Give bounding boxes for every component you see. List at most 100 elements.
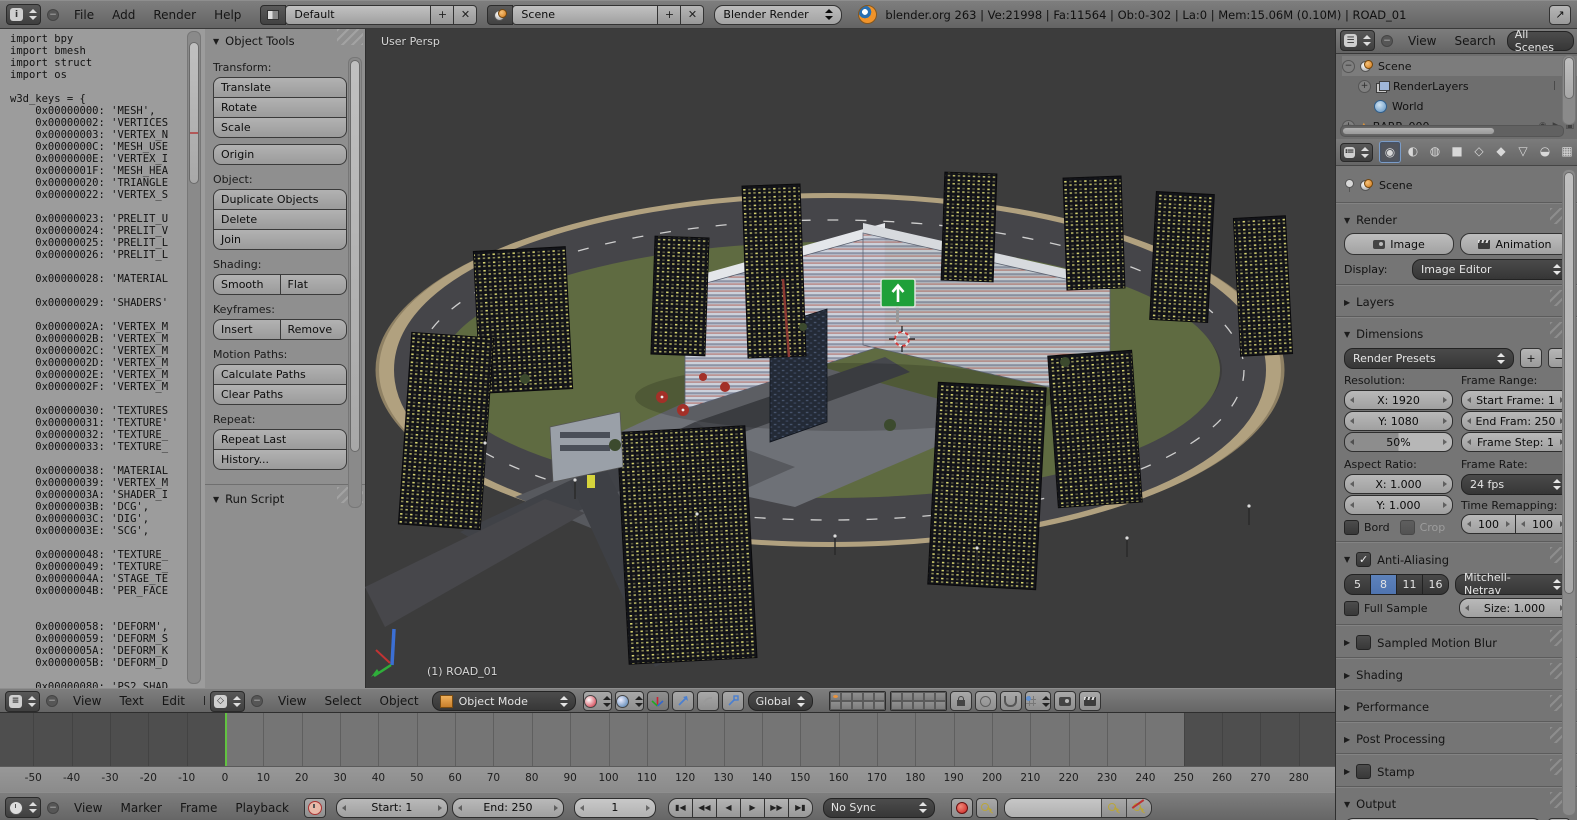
snap-element-dropdown[interactable] [1025, 691, 1051, 711]
rotate-manipulator-button[interactable] [697, 691, 719, 711]
topbar-menu-render[interactable]: Render [144, 8, 205, 22]
timeline-menu-marker[interactable]: Marker [111, 801, 170, 815]
pivot-point-dropdown[interactable] [615, 691, 644, 711]
manipulator-toggle-button[interactable] [647, 691, 669, 711]
render-engine-dropdown[interactable]: Blender Render [714, 5, 842, 25]
border-checkbox-group[interactable]: Bord [1344, 520, 1390, 535]
editor-type-properties-button[interactable]: ≔ [1340, 143, 1373, 162]
scrollbar-thumb[interactable] [1564, 57, 1574, 99]
text-editor-menu-text[interactable]: Text [110, 694, 152, 708]
aa-sample-16[interactable]: 16 [1422, 574, 1449, 595]
current-frame-field[interactable]: 1 [574, 798, 656, 818]
editor-type-timeline-button[interactable] [5, 797, 41, 818]
properties-scrollbar[interactable] [1562, 169, 1576, 816]
join-button[interactable]: Join [213, 229, 347, 250]
panel-checkbox[interactable] [1356, 635, 1371, 650]
insert-keyframe-button[interactable] [1101, 799, 1126, 817]
timeline-menu-playback[interactable]: Playback [226, 801, 298, 815]
object-tools-panel-header[interactable]: ▼ Object Tools [205, 27, 365, 53]
view3d-menu-object[interactable]: Object [371, 694, 428, 708]
full-sample-checkbox[interactable] [1344, 601, 1359, 616]
jump-to-start-button[interactable]: ▮◀ [668, 798, 693, 818]
border-checkbox[interactable] [1344, 520, 1359, 535]
layer-cell[interactable] [913, 692, 924, 701]
dimensions-panel-header[interactable]: ▼ Dimensions [1336, 320, 1577, 346]
aa-filter-dropdown[interactable]: Mitchell-Netrav [1455, 574, 1570, 595]
layer-cell[interactable] [841, 692, 852, 701]
delete-keyframe-button[interactable] [1126, 799, 1151, 817]
anti-aliasing-panel-header[interactable]: ▼ ✓ Anti-Aliasing [1336, 545, 1577, 572]
layer-cell[interactable] [935, 692, 946, 701]
timeline-ruler[interactable]: -50-40-30-20-100102030405060708090100110… [0, 766, 1335, 793]
collapse-icon[interactable]: − [1342, 60, 1355, 73]
layer-cell[interactable] [830, 692, 841, 701]
viewport-shading-dropdown[interactable] [583, 691, 612, 711]
render-animation-button[interactable]: Animation [1460, 233, 1570, 255]
topbar-menu-add[interactable]: Add [103, 8, 144, 22]
layer-cell[interactable] [841, 701, 852, 710]
pin-icon[interactable] [1344, 179, 1354, 192]
layer-cell[interactable] [874, 701, 885, 710]
editor-type-outliner-button[interactable]: ☰ [1340, 30, 1375, 51]
keying-set-field[interactable] [1005, 799, 1101, 817]
object-tab[interactable]: ■ [1447, 141, 1467, 161]
jump-to-end-button[interactable]: ▶▮ [788, 798, 813, 818]
outliner-item-renderlayers[interactable]: +RenderLayers| [1342, 76, 1577, 96]
text-editor-menu-edit[interactable]: Edit [153, 694, 194, 708]
sync-dropdown[interactable]: No Sync [823, 798, 935, 818]
performance-panel-header[interactable]: ▶Performance [1336, 693, 1577, 719]
play-reverse-button[interactable]: ◀ [716, 798, 741, 818]
collapse-menus-icon[interactable]: − [47, 9, 59, 21]
render-panel-header[interactable]: ▼ Render [1336, 206, 1577, 232]
panel-checkbox[interactable] [1356, 764, 1371, 779]
scrollbar-thumb[interactable] [189, 42, 199, 184]
outliner-item-world[interactable]: World [1342, 96, 1577, 116]
layer-cell[interactable] [924, 701, 935, 710]
auto-keyframe-button[interactable] [976, 798, 998, 818]
mode-dropdown[interactable]: Object Mode [432, 691, 576, 711]
editor-type-3dview-button[interactable]: ◇ [210, 691, 245, 712]
scale-manipulator-button[interactable] [722, 691, 744, 711]
layer-cell[interactable] [863, 701, 874, 710]
crop-checkbox-group[interactable]: Crop [1400, 520, 1446, 535]
layer-cell[interactable] [891, 692, 902, 701]
timeline-menu-view[interactable]: View [65, 801, 111, 815]
window-duplicate-button[interactable]: ↗ [1549, 5, 1571, 25]
modifiers-tab[interactable]: ◆ [1491, 141, 1511, 161]
translate-manipulator-button[interactable] [672, 691, 694, 711]
scrollbar-thumb[interactable] [1564, 172, 1574, 594]
texture-tab[interactable]: ▦ [1557, 141, 1577, 161]
topbar-menu-file[interactable]: File [65, 8, 103, 22]
data-tab[interactable]: ▽ [1513, 141, 1533, 161]
current-frame-playhead[interactable] [225, 713, 227, 766]
end-frame-header-field[interactable]: End: 250 [452, 798, 564, 818]
python-script-text[interactable]: import bpy import bmesh import struct im… [0, 27, 205, 688]
end-frame-field[interactable]: End Fram: 250 [1461, 411, 1570, 431]
run-script-panel-header[interactable]: ▼ Run Script [205, 484, 365, 511]
sampled-motion-blur-panel-header[interactable]: ▶Sampled Motion Blur [1336, 628, 1577, 655]
view3d-menu-view[interactable]: View [269, 694, 315, 708]
smooth-button[interactable]: Smooth [213, 274, 281, 295]
constraints-tab[interactable]: ◇ [1469, 141, 1489, 161]
proportional-edit-button[interactable] [975, 691, 997, 711]
view3d-menu-select[interactable]: Select [315, 694, 370, 708]
use-preview-range-button[interactable] [304, 798, 326, 818]
timeline-menu-frame[interactable]: Frame [171, 801, 226, 815]
anti-aliasing-checkbox[interactable]: ✓ [1356, 552, 1371, 567]
outliner-hscrollbar[interactable] [1340, 125, 1564, 137]
next-keyframe-button[interactable]: ▶▶ [764, 798, 789, 818]
fps-dropdown[interactable]: 24 fps [1461, 474, 1570, 495]
aa-sample-11[interactable]: 11 [1396, 574, 1423, 595]
layer-cell[interactable] [891, 701, 902, 710]
clear-paths-button[interactable]: Clear Paths [213, 384, 347, 405]
outliner-item-scene[interactable]: −Scene [1342, 56, 1577, 76]
prev-keyframe-button[interactable]: ◀◀ [692, 798, 717, 818]
scene-tab[interactable]: ◐ [1403, 141, 1423, 161]
scrollbar-thumb[interactable] [1342, 127, 1495, 135]
play-button[interactable]: ▶ [740, 798, 765, 818]
expand-icon[interactable]: + [1358, 80, 1371, 93]
layer-cell[interactable] [902, 692, 913, 701]
transform-orientation-dropdown[interactable]: Global [748, 691, 813, 711]
collapse-menus-icon[interactable]: − [47, 802, 59, 814]
screen-layout-name[interactable]: Default [285, 5, 431, 25]
